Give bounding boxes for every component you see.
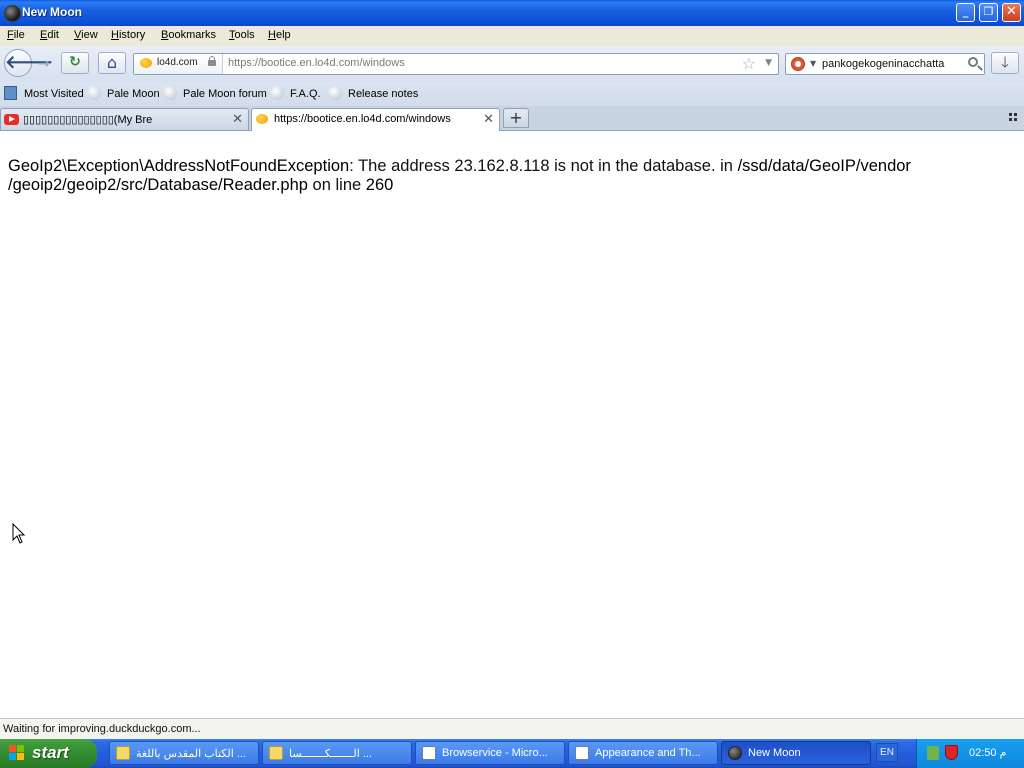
url-bar[interactable]: lo4d.com https://bootice.en.lo4d.com/win… [133, 53, 779, 75]
bookmark-label: Release notes [348, 88, 419, 100]
search-icon[interactable] [968, 57, 978, 67]
page-content: GeoIp2\Exception\AddressNotFoundExceptio… [0, 131, 1024, 718]
back-button[interactable]: 🡐 [4, 49, 53, 77]
search-engine-dropdown-icon[interactable]: ▼ [810, 59, 816, 68]
globe-icon [270, 86, 284, 100]
all-tabs-icon[interactable] [1009, 113, 1018, 122]
bookmark-star-icon[interactable]: ☆ [742, 54, 756, 73]
start-label: start [32, 743, 69, 762]
new-tab-button[interactable]: + [503, 108, 529, 128]
menu-bar: File Edit View History Bookmarks Tools H… [0, 26, 1024, 46]
window-title: New Moon [22, 5, 82, 19]
tab-close-icon[interactable]: ✕ [483, 111, 494, 127]
forward-button[interactable]: → [34, 55, 54, 73]
bookmark-label: Pale Moon forum [183, 88, 267, 100]
status-bar: Waiting for improving.duckduckgo.com... [0, 718, 1024, 740]
taskbar-item-appearance[interactable]: Appearance and Th... [568, 741, 718, 765]
lock-icon [208, 56, 216, 66]
menu-file[interactable]: File [7, 29, 25, 41]
bookmark-label: Pale Moon [107, 88, 160, 100]
tab-strip: ▯▯▯▯▯▯▯▯▯▯▯▯▯▯▯(My Bre ✕ https://bootice… [0, 106, 1024, 131]
taskbar: start الكتاب المقدس باللغة ... الـــــــ… [0, 739, 1024, 768]
close-window-button[interactable]: ✕ [1002, 3, 1021, 22]
help-icon [269, 746, 283, 760]
home-icon: ⌂ [106, 53, 118, 72]
error-line-prefix: on line [307, 176, 366, 194]
start-button[interactable]: start [0, 739, 97, 768]
taskbar-item-arabic-title[interactable]: الـــــــكـــــــسا ... [262, 741, 412, 765]
language-indicator[interactable]: EN [876, 743, 898, 762]
help-icon [116, 746, 130, 760]
task-label: New Moon [748, 747, 801, 759]
globe-icon [87, 86, 101, 100]
menu-view[interactable]: View [74, 29, 98, 41]
status-text: Waiting for improving.duckduckgo.com... [3, 723, 201, 735]
system-tray: 02:50 م [916, 739, 1024, 768]
new-moon-app-icon [4, 5, 21, 22]
search-bar[interactable]: ▼ pankogekogeninacchatta [785, 53, 985, 75]
downloads-button[interactable]: 🡓 [991, 52, 1019, 74]
windows-logo-icon [9, 745, 26, 762]
menu-history[interactable]: History [111, 29, 145, 41]
window-titlebar[interactable]: New Moon _ ❐ ✕ [0, 0, 1024, 26]
error-exception-class: GeoIp2\Exception\AddressNotFoundExceptio… [8, 157, 350, 175]
error-description: : The address 23.162.8.118 is not in the… [349, 157, 738, 175]
clock[interactable]: 02:50 م [969, 746, 1006, 759]
globe-icon [328, 86, 342, 100]
restore-button[interactable]: ❐ [979, 3, 998, 22]
minimize-button[interactable]: _ [956, 3, 975, 22]
most-visited-icon [4, 86, 17, 100]
tab-bootice[interactable]: https://bootice.en.lo4d.com/windows ✕ [251, 108, 500, 131]
error-line-number: 260 [365, 176, 394, 194]
url-input[interactable]: https://bootice.en.lo4d.com/windows [228, 57, 405, 69]
navigation-toolbar: 🡐 → ↻ ⌂ lo4d.com https://bootice.en.lo4d… [0, 46, 1024, 82]
task-label: Appearance and Th... [595, 747, 701, 759]
task-label: Browservice - Micro... [442, 747, 548, 759]
tab-youtube[interactable]: ▯▯▯▯▯▯▯▯▯▯▯▯▯▯▯(My Bre ✕ [0, 108, 249, 130]
document-icon [422, 746, 436, 760]
identity-domain: lo4d.com [157, 57, 198, 68]
taskbar-item-arabic-bible[interactable]: الكتاب المقدس باللغة ... [109, 741, 259, 765]
forward-arrow-icon: → [38, 56, 50, 72]
menu-help[interactable]: Help [268, 29, 291, 41]
network-icon[interactable] [927, 746, 939, 760]
tab-title: https://bootice.en.lo4d.com/windows [274, 113, 451, 125]
globe-icon [163, 86, 177, 100]
taskbar-item-browservice[interactable]: Browservice - Micro... [415, 741, 565, 765]
menu-bookmarks[interactable]: Bookmarks [161, 29, 216, 41]
bookmark-label: Most Visited [24, 88, 84, 100]
error-message: GeoIp2\Exception\AddressNotFoundExceptio… [8, 157, 1008, 195]
duckduckgo-icon[interactable] [791, 57, 805, 71]
home-button[interactable]: ⌂ [98, 52, 126, 74]
search-input[interactable]: pankogekogeninacchatta [822, 58, 944, 70]
task-label: الكتاب المقدس باللغة ... [136, 748, 246, 760]
reload-button[interactable]: ↻ [61, 52, 89, 74]
task-label: الـــــــكـــــــسا ... [289, 748, 372, 760]
new-moon-icon [728, 746, 742, 760]
tab-title: ▯▯▯▯▯▯▯▯▯▯▯▯▯▯▯(My Bre [23, 114, 153, 126]
mouse-cursor-icon [12, 523, 26, 544]
security-shield-icon[interactable] [945, 745, 958, 760]
youtube-icon [4, 114, 19, 125]
download-arrow-icon: 🡓 [1001, 53, 1009, 71]
menu-tools[interactable]: Tools [229, 29, 255, 41]
url-history-dropdown-icon[interactable]: ▼ [765, 58, 772, 68]
menu-edit[interactable]: Edit [40, 29, 59, 41]
lo4d-icon [256, 114, 268, 124]
bookmark-label: F.A.Q. [290, 88, 321, 100]
taskbar-item-new-moon[interactable]: New Moon [721, 741, 871, 765]
site-favicon-icon [140, 58, 152, 68]
reload-icon: ↻ [69, 54, 81, 70]
bookmarks-toolbar: Most Visited Pale Moon Pale Moon forum F… [0, 82, 1024, 106]
tab-close-icon[interactable]: ✕ [232, 111, 243, 127]
document-icon [575, 746, 589, 760]
site-identity-button[interactable]: lo4d.com [134, 54, 223, 74]
